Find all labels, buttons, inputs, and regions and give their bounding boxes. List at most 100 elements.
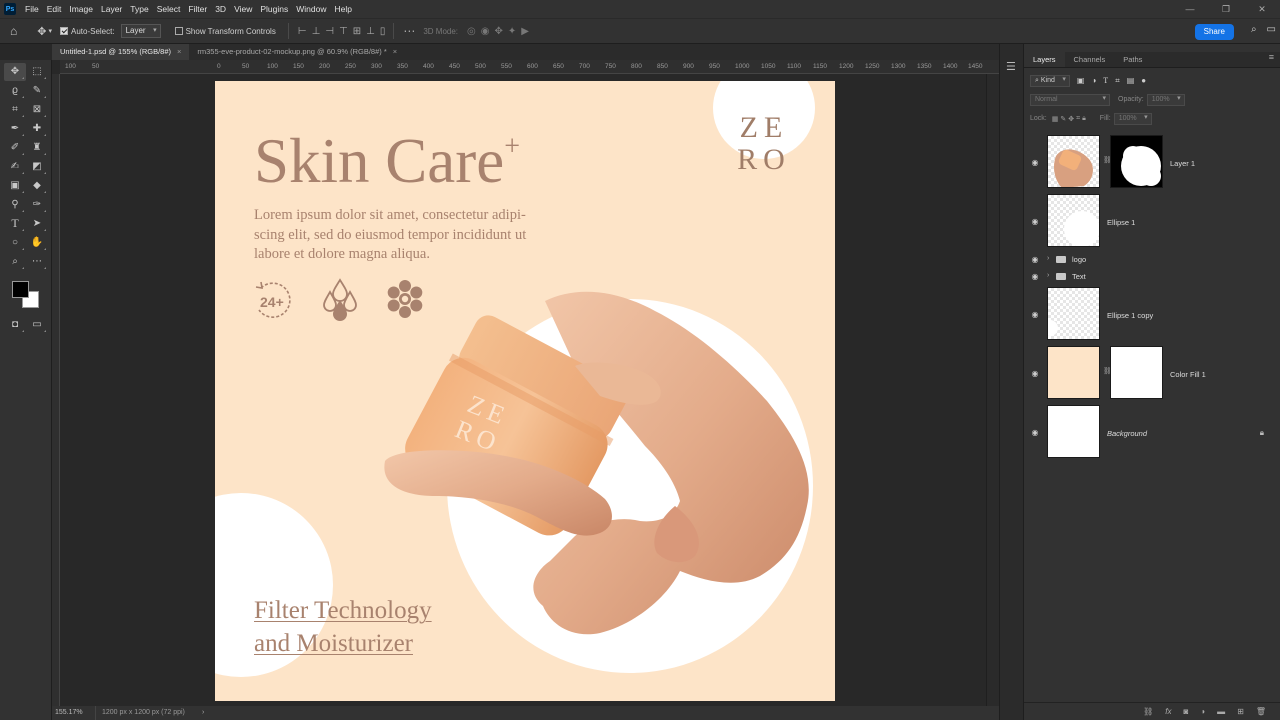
pen-tool-icon[interactable]: ✑: [26, 196, 48, 214]
lock-all-icon[interactable]: 🔒︎: [1082, 115, 1086, 123]
menu-plugins[interactable]: Plugins: [256, 4, 292, 14]
path-select-tool-icon[interactable]: ➤: [26, 215, 48, 233]
type-tool-icon[interactable]: T: [4, 215, 26, 233]
link-layers-icon[interactable]: ⛓: [1143, 707, 1153, 716]
filter-type-icon[interactable]: T: [1103, 76, 1108, 85]
layer-row-ellipse-1[interactable]: ◉ Ellipse 1: [1024, 193, 1280, 249]
document-canvas[interactable]: ZE RO Skin Care+ Lorem ipsum dolor sit a…: [215, 81, 835, 701]
align-top-icon[interactable]: ⊤: [339, 26, 348, 37]
layer-row-background[interactable]: ◉ Background 🔒︎: [1024, 404, 1280, 460]
layer-name[interactable]: Ellipse 1 copy: [1107, 311, 1153, 320]
close-icon[interactable]: ✕: [1244, 0, 1280, 18]
expand-caret-icon[interactable]: ›: [1047, 272, 1049, 279]
layer-mask-thumbnail[interactable]: [1110, 135, 1163, 188]
menu-layer[interactable]: Layer: [97, 4, 126, 14]
menu-3d[interactable]: 3D: [211, 4, 230, 14]
new-group-icon[interactable]: ▬: [1217, 707, 1225, 716]
dodge-tool-icon[interactable]: ⚲: [4, 196, 26, 214]
menu-select[interactable]: Select: [153, 4, 185, 14]
minimize-icon[interactable]: —: [1172, 0, 1208, 18]
layer-name[interactable]: Color Fill 1: [1170, 370, 1206, 379]
menu-help[interactable]: Help: [330, 4, 355, 14]
lock-transparent-icon[interactable]: ▦: [1052, 115, 1059, 123]
filter-smart-object-icon[interactable]: ▤: [1127, 76, 1135, 85]
search-icon[interactable]: ⌕: [1251, 24, 1257, 35]
zoom-level[interactable]: 155.17%: [52, 706, 96, 720]
move-tool-icon[interactable]: ✥: [4, 62, 26, 81]
gradient-tool-icon[interactable]: ▣: [4, 177, 26, 195]
layer-name[interactable]: Ellipse 1: [1107, 218, 1135, 227]
workspace-icon[interactable]: ▭: [1267, 24, 1276, 35]
layer-group-logo[interactable]: ◉ › logo: [1024, 251, 1280, 268]
more-tools-icon[interactable]: ⋯: [26, 253, 48, 271]
screen-mode-icon[interactable]: ▭: [26, 316, 48, 334]
fill-input[interactable]: 100%: [1113, 112, 1152, 125]
tab-layers[interactable]: Layers: [1024, 52, 1065, 67]
home-icon[interactable]: ⌂: [10, 24, 17, 38]
menu-edit[interactable]: Edit: [43, 4, 66, 14]
auto-select-checkbox[interactable]: [59, 27, 68, 35]
brush-tool-icon[interactable]: ✐: [4, 139, 26, 157]
share-button[interactable]: Share: [1194, 24, 1234, 40]
filter-adjustment-icon[interactable]: ◑: [1091, 76, 1096, 85]
eraser-tool-icon[interactable]: ◩: [26, 158, 48, 176]
properties-panel-icon[interactable]: ☰: [1006, 60, 1016, 73]
history-brush-tool-icon[interactable]: ✍: [4, 158, 26, 176]
layer-name[interactable]: Layer 1: [1170, 159, 1195, 168]
3d-slide-icon[interactable]: ✦: [508, 26, 516, 37]
panel-menu-icon[interactable]: ≡: [1269, 52, 1274, 62]
menu-filter[interactable]: Filter: [184, 4, 211, 14]
frame-tool-icon[interactable]: ⊠: [26, 101, 48, 119]
3d-pan-icon[interactable]: ✥: [495, 26, 503, 37]
distribute-icon[interactable]: ▯: [380, 26, 385, 37]
add-mask-icon[interactable]: ◙: [1183, 707, 1188, 716]
healing-tool-icon[interactable]: ✚: [26, 120, 48, 138]
layer-name[interactable]: Text: [1072, 272, 1086, 281]
adjustment-layer-icon[interactable]: ◑: [1200, 707, 1205, 716]
visibility-eye-icon[interactable]: ◉: [1030, 255, 1040, 264]
tab-paths[interactable]: Paths: [1114, 52, 1151, 67]
close-tab-icon[interactable]: ×: [177, 47, 181, 56]
3d-camera-icon[interactable]: ▶: [521, 26, 529, 37]
layer-row-ellipse-1-copy[interactable]: ◉ Ellipse 1 copy: [1024, 286, 1280, 342]
layer-name[interactable]: Background: [1107, 429, 1147, 438]
expand-caret-icon[interactable]: ›: [1047, 255, 1049, 262]
tab-mockup[interactable]: rm355-eve-product-02-mockup.png @ 60.9% …: [189, 44, 405, 60]
menu-image[interactable]: Image: [65, 4, 97, 14]
restore-icon[interactable]: ❐: [1208, 0, 1244, 18]
layer-row-layer-1[interactable]: ◉ ⛓ Layer 1: [1024, 134, 1280, 190]
crop-tool-icon[interactable]: ⌗: [4, 101, 26, 119]
3d-roll-icon[interactable]: ◉: [481, 26, 490, 37]
lock-artboard-icon[interactable]: ⌗: [1076, 115, 1080, 123]
status-chevron-icon[interactable]: ›: [196, 706, 204, 720]
more-options-icon[interactable]: ⋯: [403, 24, 415, 38]
close-tab-icon[interactable]: ×: [393, 47, 397, 56]
new-layer-icon[interactable]: ⊞: [1237, 707, 1244, 716]
zoom-tool-icon[interactable]: ⌕: [4, 253, 26, 271]
tab-untitled-1[interactable]: Untitled-1.psd @ 155% (RGB/8#) ×: [52, 44, 190, 60]
menu-type[interactable]: Type: [126, 4, 152, 14]
layer-row-color-fill-1[interactable]: ◉ ⛓ Color Fill 1: [1024, 345, 1280, 401]
eyedropper-tool-icon[interactable]: ✒: [4, 120, 26, 138]
layer-group-text[interactable]: ◉ › Text: [1024, 268, 1280, 285]
auto-select-target-dropdown[interactable]: Layer: [120, 24, 161, 38]
quick-select-tool-icon[interactable]: ✎: [26, 82, 48, 100]
visibility-eye-icon[interactable]: ◉: [1030, 158, 1040, 167]
lasso-tool-icon[interactable]: ϱ: [4, 82, 26, 100]
menu-view[interactable]: View: [230, 4, 256, 14]
visibility-eye-icon[interactable]: ◉: [1030, 428, 1040, 437]
quick-mask-icon[interactable]: ◘: [4, 316, 26, 334]
move-tool-icon[interactable]: ✥: [37, 25, 46, 38]
marquee-tool-icon[interactable]: ⬚: [26, 63, 48, 81]
filter-shape-icon[interactable]: ⌗: [1115, 76, 1120, 86]
filter-kind-dropdown[interactable]: ⌕ Kind: [1030, 74, 1070, 87]
visibility-eye-icon[interactable]: ◉: [1030, 272, 1040, 281]
align-center-h-icon[interactable]: ⊥: [312, 26, 321, 37]
3d-orbit-icon[interactable]: ◎: [467, 26, 476, 37]
visibility-eye-icon[interactable]: ◉: [1030, 217, 1040, 226]
layer-mask-thumbnail[interactable]: [1110, 346, 1163, 399]
visibility-eye-icon[interactable]: ◉: [1030, 369, 1040, 378]
layer-name[interactable]: logo: [1072, 255, 1086, 264]
stamp-tool-icon[interactable]: ♜: [26, 139, 48, 157]
opacity-input[interactable]: 100%: [1146, 93, 1185, 106]
